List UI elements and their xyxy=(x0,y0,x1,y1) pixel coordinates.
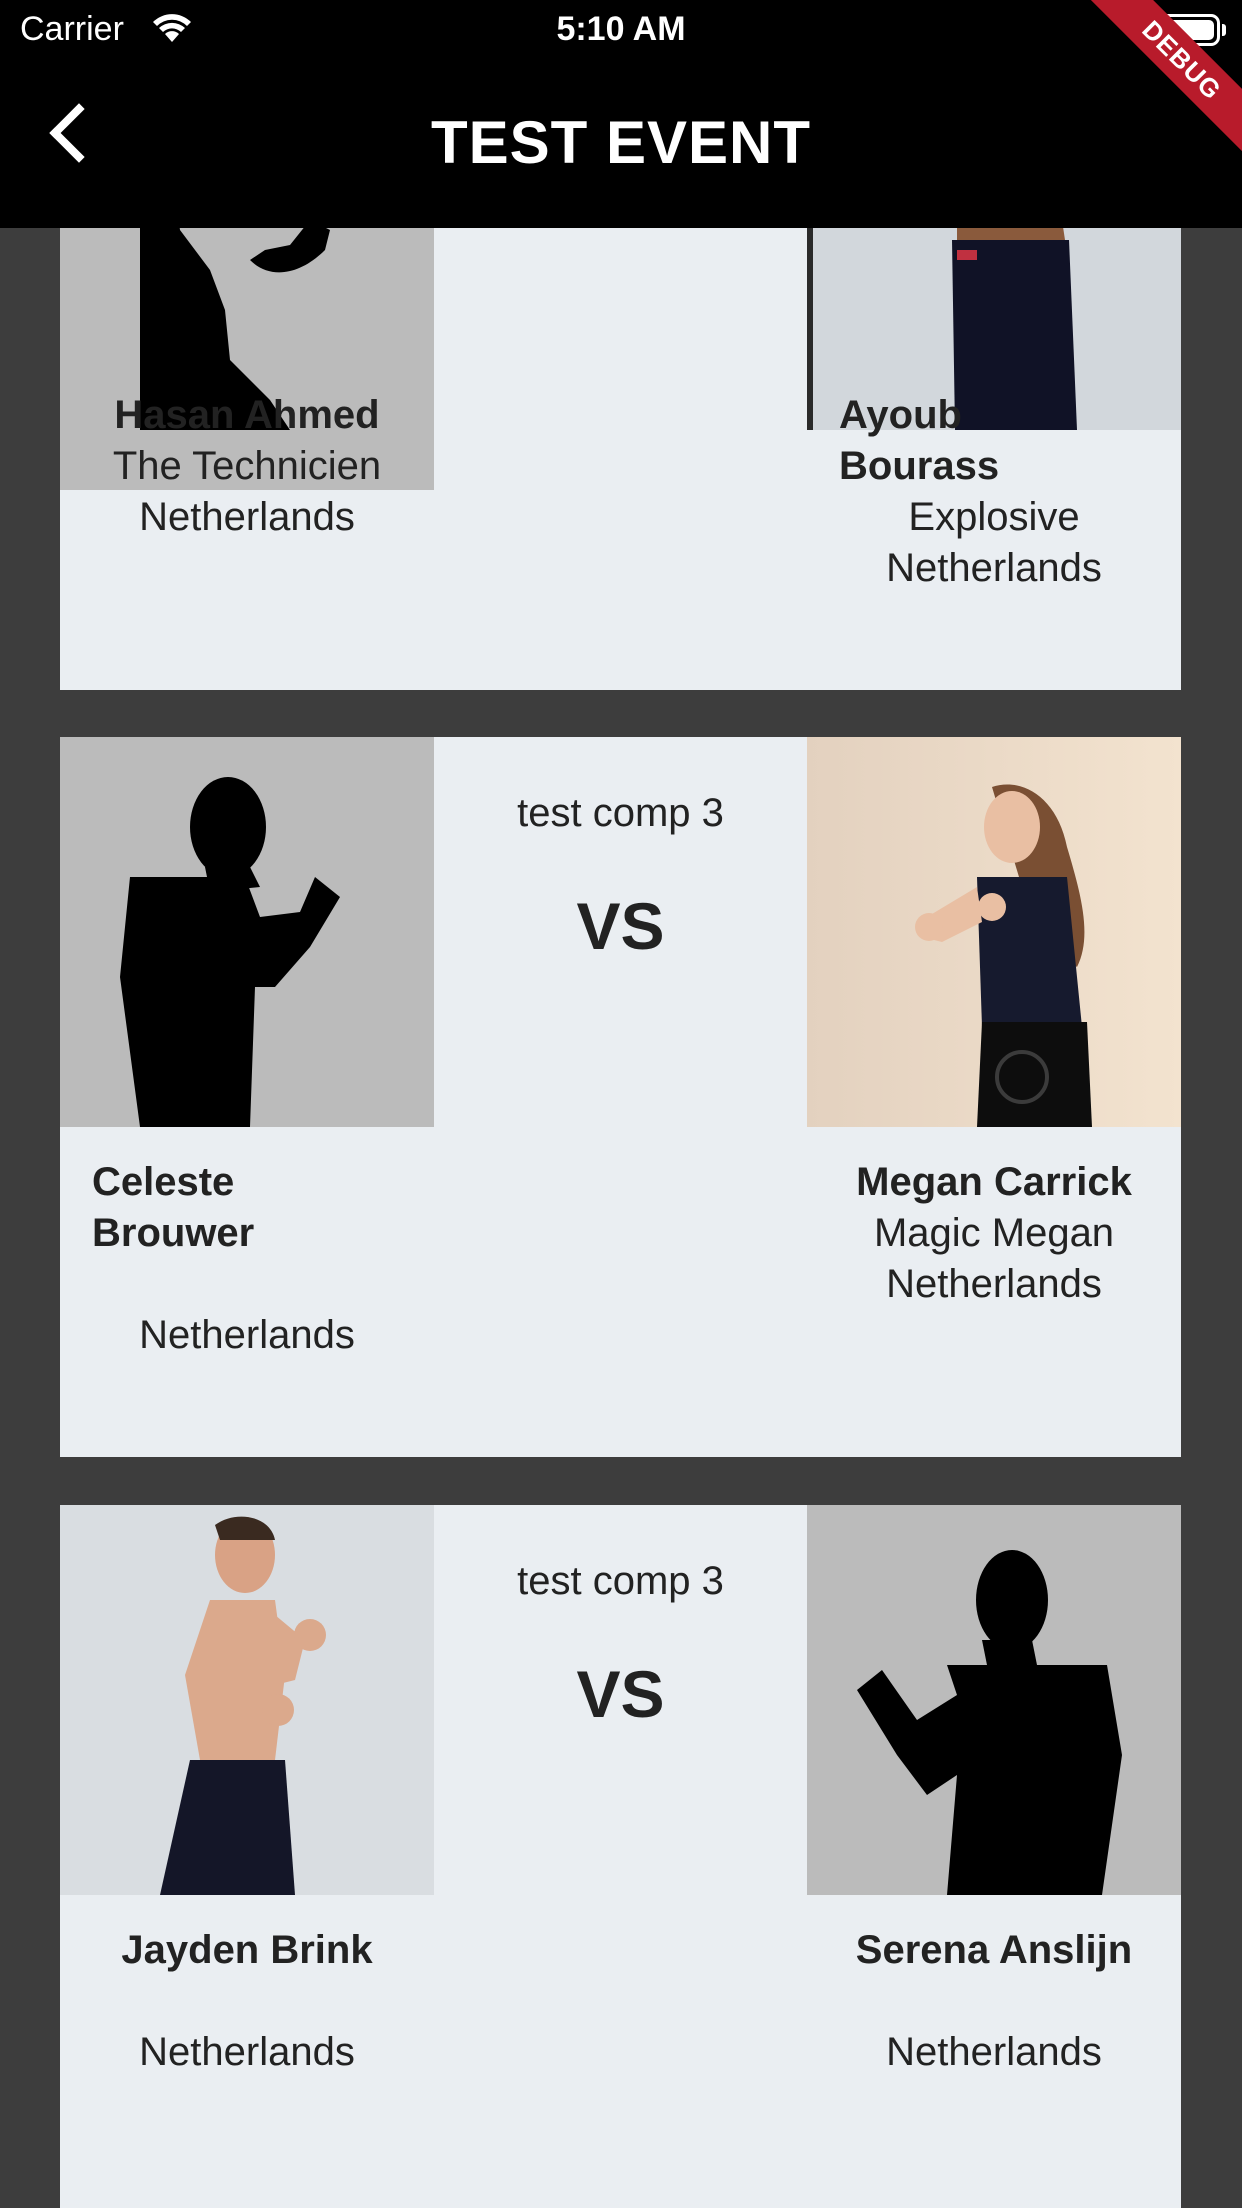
fighter-name: Hasan Ahmed xyxy=(114,393,380,437)
fighter-nickname xyxy=(60,1259,434,1310)
fighter-country: Netherlands xyxy=(139,2030,355,2074)
fighter-photo-left xyxy=(60,1505,434,1895)
fighter-country: Netherlands xyxy=(139,495,355,539)
page-title: TEST EVENT xyxy=(430,109,812,176)
app-bar: Carrier 5:10 AM TEST EVENT xyxy=(0,0,1242,228)
fighter-country: Netherlands xyxy=(139,1313,355,1357)
fighter-name: Serena Anslijn xyxy=(855,1928,1133,1972)
fighter-country: Netherlands xyxy=(886,1262,1102,1306)
fighter-name: Jayden Brink xyxy=(121,1928,373,1972)
silhouette-icon xyxy=(60,737,434,1127)
fighter-left: Celeste Brouwer Netherlands xyxy=(60,1157,434,1361)
match-card[interactable]: test comp 3 VS Jayden Brink Netherlands … xyxy=(60,1505,1181,2208)
fighter-name: Ayoub Bourass xyxy=(839,393,1000,488)
fighter-right: Serena Anslijn Netherlands xyxy=(807,1925,1181,2078)
fighter-photo-icon xyxy=(807,737,1181,1127)
competition-label: test comp 3 xyxy=(517,1559,724,1603)
fighter-left: Jayden Brink Netherlands xyxy=(60,1925,434,2078)
status-time: 5:10 AM xyxy=(556,10,686,48)
match-center: test comp 3 VS xyxy=(434,1505,807,1732)
fighter-nickname xyxy=(807,1976,1181,2027)
match-card[interactable]: test comp 3 VS Celeste Brouwer Netherlan… xyxy=(60,737,1181,1457)
fighter-photo-left xyxy=(60,737,434,1127)
fighter-photo-right xyxy=(807,737,1181,1127)
vs-label: VS xyxy=(576,889,665,963)
debug-banner-label: DEBUG xyxy=(1081,0,1242,161)
fighter-photo-icon xyxy=(60,1505,434,1895)
fighter-left: Hasan Ahmed The Technicien Netherlands xyxy=(60,390,434,543)
match-center: test comp 3 VS xyxy=(434,737,807,964)
fighter-country: Netherlands xyxy=(886,2030,1102,2074)
fighter-nickname: Magic Megan xyxy=(873,1211,1115,1255)
fighter-nickname: The Technicien xyxy=(112,444,382,488)
fighter-country: Netherlands xyxy=(886,546,1102,590)
fighter-right: Megan Carrick Magic Megan Netherlands xyxy=(807,1157,1181,1310)
vs-label: VS xyxy=(576,1657,665,1731)
fighter-name: Megan Carrick xyxy=(856,1160,1132,1204)
status-bar: Carrier 5:10 AM xyxy=(0,0,1242,62)
fighter-right: Ayoub Bourass Explosive Netherlands xyxy=(807,390,1181,594)
fighter-nickname: Explosive xyxy=(908,495,1080,539)
debug-banner: DEBUG xyxy=(1072,0,1242,170)
silhouette-icon xyxy=(807,1505,1181,1895)
fighter-nickname xyxy=(60,1976,434,2027)
fighter-name: Celeste Brouwer xyxy=(92,1160,255,1255)
competition-label: test comp 3 xyxy=(517,791,724,835)
fighter-photo-right xyxy=(807,1505,1181,1895)
